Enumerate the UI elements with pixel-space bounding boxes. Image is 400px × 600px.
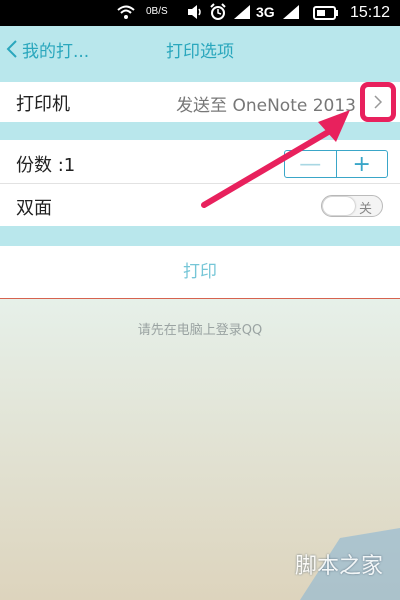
watermark-corner — [300, 528, 400, 600]
watermark-text: 脚本之家 — [295, 553, 384, 578]
